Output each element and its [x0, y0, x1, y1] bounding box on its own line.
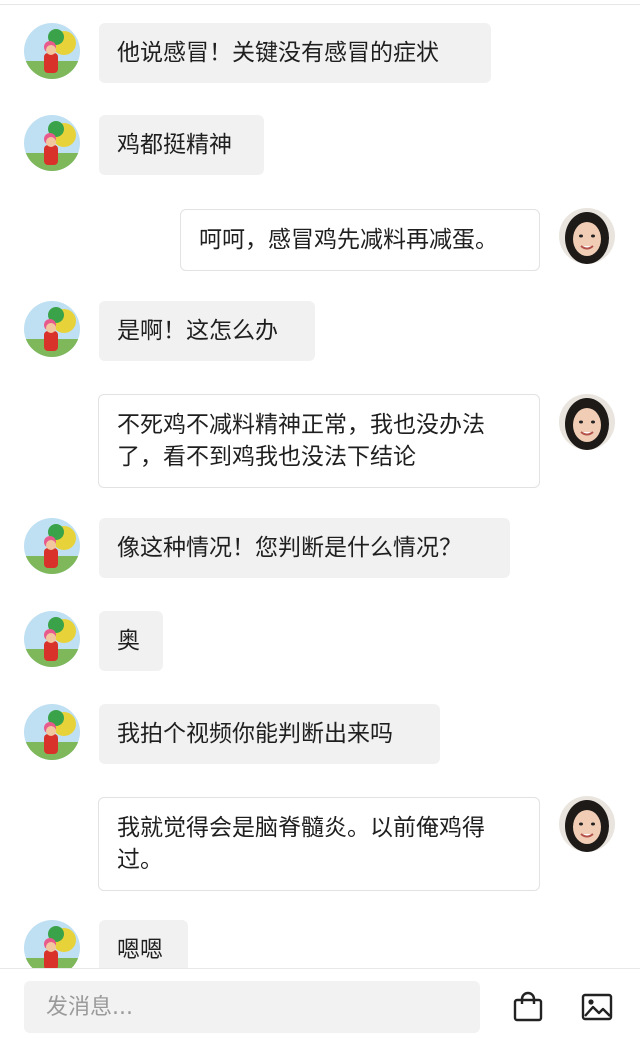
message-bubble-sent: 我就觉得会是脑脊髓炎。以前俺鸡得过。 [98, 797, 540, 891]
message-bubble-received: 是啊！这怎么办 [99, 301, 315, 361]
message-text: 呵呵，感冒鸡先减料再减蛋。 [199, 227, 498, 253]
contact-avatar[interactable] [24, 115, 80, 171]
message-input-bar [0, 968, 640, 1046]
message-input[interactable] [24, 981, 480, 1033]
message-bubble-received: 我拍个视频你能判断出来吗 [99, 704, 440, 764]
message-text: 我拍个视频你能判断出来吗 [117, 721, 393, 747]
top-divider [0, 4, 640, 5]
contact-avatar[interactable] [24, 704, 80, 760]
contact-avatar[interactable] [24, 23, 80, 79]
contact-avatar[interactable] [24, 518, 80, 574]
message-text: 鸡都挺精神 [117, 132, 232, 158]
message-bubble-received: 像这种情况！您判断是什么情况？ [99, 518, 510, 578]
contact-avatar[interactable] [24, 611, 80, 667]
user-avatar[interactable] [559, 394, 615, 450]
message-bubble-sent: 不死鸡不减料精神正常，我也没办法了，看不到鸡我也没法下结论 [98, 394, 540, 488]
user-avatar[interactable] [559, 208, 615, 264]
shopping-bag-icon[interactable] [511, 990, 545, 1024]
message-text: 像这种情况！您判断是什么情况？ [117, 535, 462, 561]
contact-avatar[interactable] [24, 301, 80, 357]
user-avatar[interactable] [559, 796, 615, 852]
message-bubble-received: 他说感冒！关键没有感冒的症状 [99, 23, 491, 83]
image-icon[interactable] [580, 990, 614, 1024]
message-text: 嗯嗯 [117, 937, 163, 963]
message-text: 奥 [117, 628, 140, 654]
message-bubble-received: 奥 [99, 611, 163, 671]
message-bubble-sent: 呵呵，感冒鸡先减料再减蛋。 [180, 209, 540, 271]
message-text: 是啊！这怎么办 [117, 318, 278, 344]
message-text: 不死鸡不减料精神正常，我也没办法了，看不到鸡我也没法下结论 [117, 412, 485, 470]
message-text: 他说感冒！关键没有感冒的症状 [117, 40, 439, 66]
message-text: 我就觉得会是脑脊髓炎。以前俺鸡得过。 [117, 815, 485, 873]
message-bubble-received: 鸡都挺精神 [99, 115, 264, 175]
